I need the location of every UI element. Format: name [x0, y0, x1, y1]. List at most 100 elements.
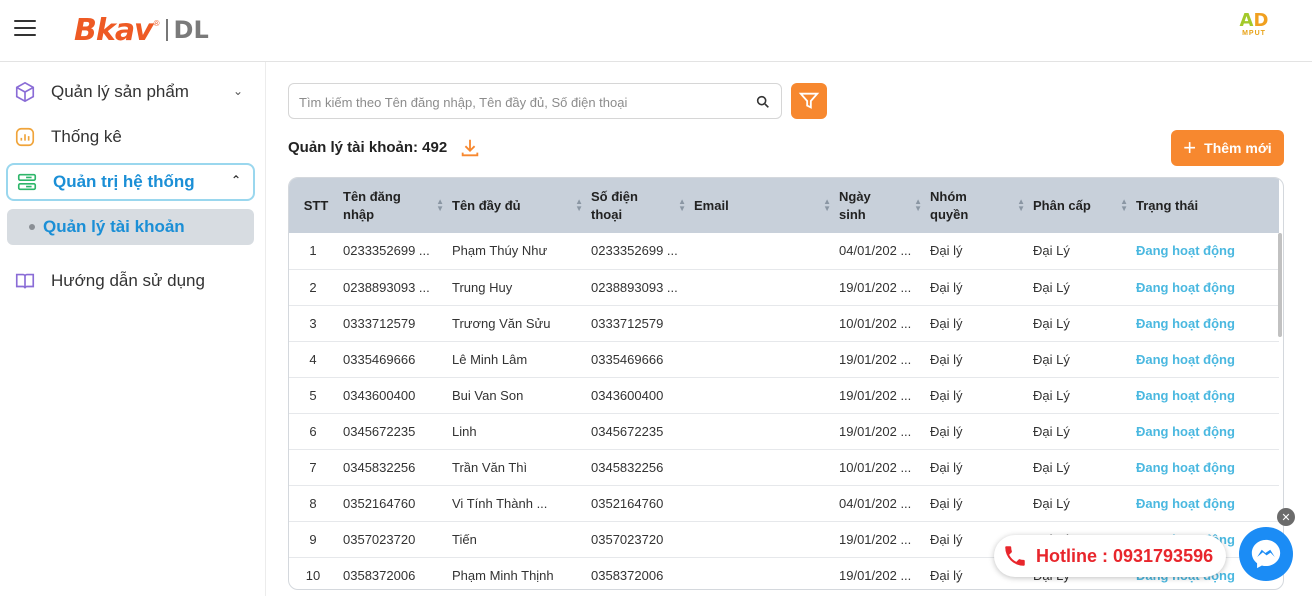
cell-status[interactable]: Đang hoạt động — [1136, 377, 1279, 413]
hotline-button[interactable]: Hotline : 0931793596 — [994, 535, 1226, 577]
cell-role-group: Đại lý — [930, 243, 963, 259]
cell-email — [694, 521, 839, 557]
cell-birthdate: 19/01/202 ... — [839, 423, 912, 439]
cell-status[interactable]: Đang hoạt động — [1136, 413, 1279, 449]
cell-level: Đại Lý — [1033, 387, 1070, 403]
sort-icon: ▲ ▼ — [1120, 197, 1128, 213]
table-row[interactable]: 3 0333712579 Trương Văn Sửu 0333712579 10/01… — [289, 305, 1279, 341]
cell-birthdate: 04/01/202 ... — [839, 495, 912, 511]
messenger-icon — [1251, 539, 1281, 569]
cell-username: 0358372006 — [343, 567, 416, 583]
cell-level: Đại Lý — [1033, 495, 1070, 511]
column-header-email[interactable]: Email ▲ ▼ — [694, 178, 839, 233]
cell-fullname: Vi Tính Thành ... — [452, 495, 548, 511]
search-icon[interactable] — [755, 94, 771, 110]
sidebar-subitem-account-management[interactable]: Quản lý tài khoản — [7, 209, 254, 245]
close-icon[interactable]: ✕ — [1277, 508, 1295, 526]
cell-fullname: Trung Huy — [452, 279, 513, 295]
cell-stt: 1 — [309, 243, 317, 259]
messenger-button[interactable] — [1239, 527, 1293, 581]
cell-status[interactable]: Đang hoạt động — [1136, 233, 1279, 269]
table-row[interactable]: 4 0335469666 Lê Minh Lâm 0335469666 19/01/20… — [289, 341, 1279, 377]
accounts-table: STT Tên đăng nhập ▲ ▼ Tên đầy đủ ▲ ▼ Số điện… — [288, 177, 1284, 590]
add-new-label: Thêm mới — [1204, 140, 1272, 156]
cell-username: 0345672235 — [343, 423, 416, 439]
sidebar-item-statistics[interactable]: Thống kê — [6, 118, 255, 156]
cell-username: 0343600400 — [343, 387, 416, 403]
table-row[interactable]: 2 0238893093 ... Trung Huy 0238893093 ... 19… — [289, 269, 1279, 305]
cell-phone: 0357023720 — [591, 531, 664, 547]
search-input[interactable] — [299, 93, 739, 111]
admput-logo: AD MPUT — [1234, 12, 1274, 42]
cell-username: 0357023720 — [343, 531, 416, 547]
column-header-level[interactable]: Phân cấp ▲ ▼ — [1033, 178, 1136, 233]
cell-status[interactable]: Đang hoạt động — [1136, 269, 1279, 305]
cell-phone: 0352164760 — [591, 495, 664, 511]
table-row[interactable]: 6 0345672235 Linh 0345672235 19/01/202 ... Đạ… — [289, 413, 1279, 449]
cell-phone: 0333712579 — [591, 315, 664, 331]
cell-fullname: Lê Minh Lâm — [452, 351, 528, 367]
sort-icon: ▲ ▼ — [914, 197, 922, 213]
sidebar-item-products[interactable]: Quản lý sản phẩm ⌄ — [6, 73, 255, 111]
column-header-role-group[interactable]: Nhóm quyền ▲ ▼ — [930, 178, 1033, 233]
cell-fullname: Phạm Minh Thịnh — [452, 567, 554, 583]
cell-email — [694, 233, 839, 269]
sidebar-item-label: Thống kê — [51, 127, 122, 146]
menu-icon[interactable] — [14, 20, 36, 38]
cell-status[interactable]: Đang hoạt động — [1136, 305, 1279, 341]
hotline-label: Hotline : 0931793596 — [1036, 545, 1214, 566]
plus-icon: + — [1183, 135, 1197, 160]
cell-status[interactable]: Đang hoạt động — [1136, 485, 1279, 521]
logo-dl: DL — [173, 16, 209, 44]
cell-fullname: Linh — [452, 423, 477, 439]
cell-role-group: Đại lý — [930, 387, 963, 403]
cell-phone: 0335469666 — [591, 351, 664, 367]
cell-phone: 0345672235 — [591, 423, 664, 439]
table-row[interactable]: 5 0343600400 Bui Van Son 0343600400 19/01/20… — [289, 377, 1279, 413]
column-header-username[interactable]: Tên đăng nhập ▲ ▼ — [343, 178, 452, 233]
column-header-fullname[interactable]: Tên đầy đủ ▲ ▼ — [452, 178, 591, 233]
cell-email — [694, 557, 839, 589]
cell-level: Đại Lý — [1033, 243, 1070, 259]
sidebar-item-system-admin[interactable]: Quản trị hệ thống ⌃ — [6, 163, 255, 201]
cell-email — [694, 449, 839, 485]
cell-birthdate: 10/01/202 ... — [839, 315, 912, 331]
sidebar-item-user-guide[interactable]: Hướng dẫn sử dụng — [6, 262, 255, 300]
cell-phone: 0345832256 — [591, 459, 664, 475]
cell-birthdate: 10/01/202 ... — [839, 459, 912, 475]
cube-icon — [13, 80, 37, 104]
cell-email — [694, 377, 839, 413]
table-row[interactable]: 1 0233352699 ... Phạm Thúy Như 0233352699 .… — [289, 233, 1279, 269]
cell-stt: 7 — [309, 459, 317, 475]
cell-birthdate: 19/01/202 ... — [839, 387, 912, 403]
cell-fullname: Bui Van Son — [452, 387, 524, 403]
cell-birthdate: 04/01/202 ... — [839, 243, 912, 259]
cell-status[interactable]: Đang hoạt động — [1136, 341, 1279, 377]
table-row[interactable]: 7 0345832256 Trần Văn Thì 0345832256 10/01/2… — [289, 449, 1279, 485]
column-header-phone[interactable]: Số điện thoại ▲ ▼ — [591, 178, 694, 233]
table-scrollbar[interactable] — [1278, 233, 1282, 337]
cell-stt: 9 — [309, 531, 317, 547]
cell-status[interactable]: Đang hoạt động — [1136, 449, 1279, 485]
admput-logo-mark: AD — [1239, 10, 1269, 31]
column-header-birthdate[interactable]: Ngày sinh ▲ ▼ — [839, 178, 930, 233]
download-icon[interactable] — [459, 137, 481, 159]
cell-level: Đại Lý — [1033, 315, 1070, 331]
chart-icon — [13, 125, 37, 149]
cell-role-group: Đại lý — [930, 459, 963, 475]
cell-phone: 0358372006 — [591, 567, 664, 583]
cell-birthdate: 19/01/202 ... — [839, 567, 912, 583]
top-header: Bkav ® DL AD MPUT — [0, 0, 1312, 62]
cell-fullname: Phạm Thúy Như — [452, 243, 548, 259]
cell-level: Đại Lý — [1033, 351, 1070, 367]
cell-email — [694, 269, 839, 305]
search-box — [288, 83, 782, 119]
sort-icon: ▲ ▼ — [1017, 197, 1025, 213]
cell-level: Đại Lý — [1033, 423, 1070, 439]
logo[interactable]: Bkav ® DL — [74, 12, 209, 48]
add-new-button[interactable]: + Thêm mới — [1171, 130, 1284, 166]
phone-icon — [1005, 546, 1025, 566]
filter-button[interactable] — [791, 83, 827, 119]
logo-divider — [165, 19, 168, 41]
table-row[interactable]: 8 0352164760 Vi Tính Thành ... 0352164760 04… — [289, 485, 1279, 521]
